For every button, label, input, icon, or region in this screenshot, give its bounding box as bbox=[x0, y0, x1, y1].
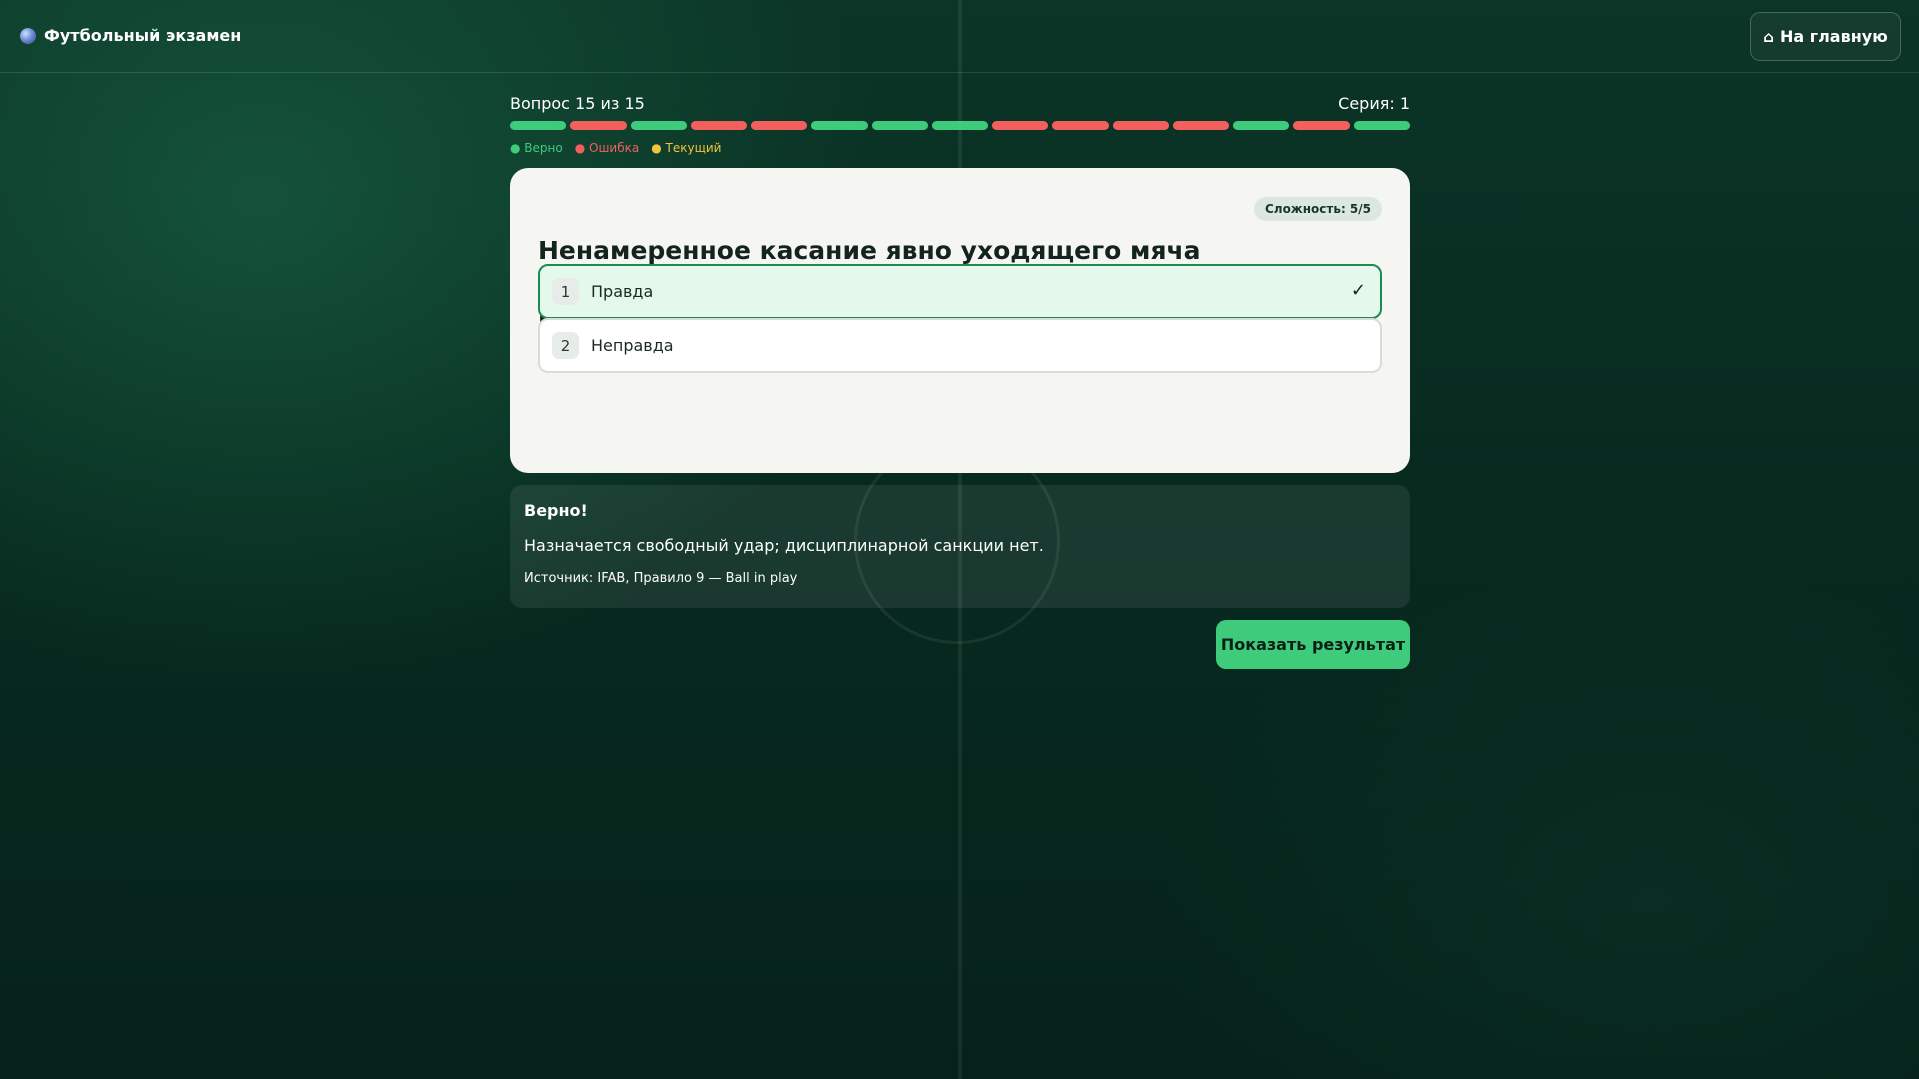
option-label: Правда bbox=[591, 282, 654, 301]
progress-segment-10 bbox=[1052, 121, 1109, 130]
progress-segment-15 bbox=[1353, 121, 1410, 130]
answer-option-true[interactable]: 1 Правда ✓ bbox=[538, 264, 1382, 319]
progress-segment-9 bbox=[992, 121, 1049, 130]
answer-option-false[interactable]: 2 Неправда bbox=[538, 318, 1382, 373]
progress-legend: ● Верно ● Ошибка ● Текущий bbox=[510, 141, 721, 155]
question-card: Сложность: 5/5 Ненамеренное касание явно… bbox=[510, 168, 1410, 473]
top-bar: Футбольный экзамен ⌂ На главную bbox=[0, 0, 1919, 73]
home-button[interactable]: ⌂ На главную bbox=[1750, 12, 1901, 61]
progress-segment-14 bbox=[1293, 121, 1350, 130]
feedback-source: Источник: IFAB, Правило 9 — Ball in play bbox=[524, 571, 798, 586]
progress-bar bbox=[510, 121, 1410, 130]
feedback-explanation: Назначается свободный удар; дисциплинарн… bbox=[524, 536, 1044, 555]
question-counter: Вопрос 15 из 15 bbox=[510, 94, 645, 113]
progress-segment-1 bbox=[510, 121, 567, 130]
streak-counter: Серия: 1 bbox=[1338, 94, 1410, 113]
home-icon: ⌂ bbox=[1763, 27, 1774, 46]
progress-segment-5 bbox=[751, 121, 808, 130]
progress-segment-2 bbox=[570, 121, 627, 130]
progress-segment-3 bbox=[630, 121, 687, 130]
app-title: Футбольный экзамен bbox=[44, 26, 242, 45]
soccer-ball-icon bbox=[20, 27, 36, 44]
progress-header: Вопрос 15 из 15 Серия: 1 bbox=[510, 94, 1410, 113]
progress-segment-12 bbox=[1172, 121, 1230, 130]
progress-segment-13 bbox=[1233, 121, 1290, 130]
progress-segment-11 bbox=[1112, 121, 1169, 130]
show-result-button[interactable]: Показать результат bbox=[1216, 620, 1410, 669]
option-number: 2 bbox=[552, 332, 579, 359]
progress-segment-8 bbox=[931, 121, 989, 130]
progress-segment-7 bbox=[871, 121, 928, 130]
option-number: 1 bbox=[552, 278, 579, 305]
legend-wrong: ● Ошибка bbox=[574, 141, 640, 155]
progress-segment-6 bbox=[811, 121, 868, 130]
option-label: Неправда bbox=[591, 336, 674, 355]
feedback-panel: Верно! Назначается свободный удар; дисци… bbox=[510, 485, 1410, 608]
checkmark-icon: ✓ bbox=[1350, 280, 1366, 301]
difficulty-badge: Сложность: 5/5 bbox=[1253, 197, 1382, 221]
legend-correct: ● Верно bbox=[510, 141, 563, 155]
progress-segment-4 bbox=[690, 121, 748, 130]
brand: Футбольный экзамен bbox=[20, 26, 241, 45]
feedback-title: Верно! bbox=[524, 501, 588, 520]
legend-current: ● Текущий bbox=[651, 141, 722, 155]
home-button-label: На главную bbox=[1779, 27, 1888, 46]
